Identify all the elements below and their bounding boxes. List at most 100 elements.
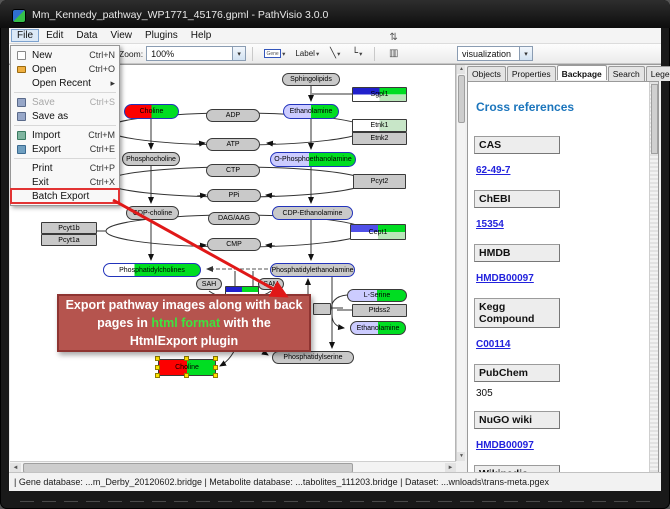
selection-handle[interactable] [184,373,189,378]
xref-link[interactable]: 62-49-7 [476,165,510,176]
selection-handle[interactable] [155,356,160,361]
line-tool-button[interactable]: ╲ ▾ [326,46,344,62]
zoom-value: 100% [147,49,232,59]
menu-item-label: Open [32,64,83,75]
node-sah[interactable]: SAH [196,278,222,290]
node-pcyt1b[interactable]: Pcyt1b [41,222,97,234]
zoom-combobox[interactable]: 100% ▾ [146,46,246,61]
save-icon [14,97,28,107]
sidebar-scroll-thumb[interactable] [651,84,658,154]
menu-shortcut: Ctrl+P [90,163,115,173]
cross-references-heading: Cross references [476,100,644,114]
menu-item-save-as[interactable]: Save as [11,109,119,123]
node-etnk1[interactable]: Etnk1 [352,119,407,132]
menu-view[interactable]: View [104,29,138,42]
gene-tool-button[interactable]: Gene ▾ [261,46,288,62]
menu-shortcut: Ctrl+E [90,144,115,154]
node-adp[interactable]: ADP [206,109,260,122]
stack-vertical-icon[interactable]: ▥ [385,46,402,62]
node-cdp-choline[interactable]: CDP-choline [126,206,179,220]
node-ptdss2[interactable]: Ptdss2 [352,304,407,317]
node-o-phosphoethanolamine[interactable]: O-Phosphoethanolamine [270,152,356,167]
selection-handle[interactable] [213,373,218,378]
menu-item-export[interactable]: ExportCtrl+E [11,142,119,156]
menu-shortcut: Ctrl+O [89,64,115,74]
visualization-combobox[interactable]: visualization ▾ [457,46,533,61]
node-label: Etnk2 [371,135,389,142]
xref-value: 305 [476,388,644,399]
export-icon [14,144,28,154]
chevron-down-icon[interactable]: ▾ [519,47,532,60]
node-label: Pcyt1b [58,225,79,232]
node-sgpl1[interactable]: Sgpl1 [352,87,407,102]
menu-edit[interactable]: Edit [40,29,69,42]
menu-separator [14,92,116,93]
menu-item-label: Open Recent [32,78,104,89]
tab-legend[interactable]: Legend [646,66,670,81]
selection-handle[interactable] [213,365,218,370]
import-icon [14,130,28,140]
menu-item-import[interactable]: ImportCtrl+M [11,128,119,142]
node-atp[interactable]: ATP [206,138,260,151]
node-cdp-ethanolamine[interactable]: CDP-Ethanolamine [272,206,353,220]
xref-link[interactable]: HMDB00097 [476,440,534,451]
node-ppi[interactable]: PPi [207,189,261,202]
node-sam[interactable]: SAM [258,278,284,290]
callout-highlight: html format [151,316,220,330]
node-choline-top[interactable]: Choline [124,104,179,119]
node-l-serine[interactable]: L-Serine [347,289,407,302]
menu-plugins[interactable]: Plugins [139,29,184,42]
chevron-down-icon[interactable]: ▾ [232,47,245,60]
selection-handle[interactable] [184,356,189,361]
xref-link[interactable]: HMDB00097 [476,273,534,284]
node-phosphatidylcholines[interactable]: Phosphatidylcholines [103,263,201,277]
node-pcyt2[interactable]: Pcyt2 [353,174,406,189]
node-ethanolamine-bottom[interactable]: Ethanolamine [350,321,406,335]
gene-node-icon: Gene [264,49,281,58]
node-label: ATP [226,141,239,148]
node-cept1[interactable]: Cept1 [350,224,406,240]
menu-item-new[interactable]: NewCtrl+N [11,48,119,62]
node-label: Ethanolamine [357,325,400,332]
menu-data[interactable]: Data [70,29,103,42]
selection-handle[interactable] [155,373,160,378]
canvas-vertical-scrollbar[interactable]: ▲ ▼ [456,65,465,461]
label-tool-button[interactable]: Label ▾ [292,46,322,62]
node-pisd-partial[interactable] [313,303,331,315]
connector-tool-button[interactable]: └ ▾ [348,46,366,62]
menu-item-print[interactable]: PrintCtrl+P [11,161,119,175]
sidebar-tabs: ObjectsPropertiesBackpageSearchLegend [467,66,659,81]
menu-item-open-recent[interactable]: Open Recent ▸ [11,76,119,90]
xref-db-name: CAS [474,136,560,154]
tab-objects[interactable]: Objects [467,66,506,81]
node-sphingolipids[interactable]: Sphingolipids [282,73,340,86]
node-ctp[interactable]: CTP [206,164,260,177]
menu-help[interactable]: Help [185,29,218,42]
menu-item-save[interactable]: SaveCtrl+S [11,95,119,109]
node-pcyt1a[interactable]: Pcyt1a [41,234,97,246]
node-etnk2[interactable]: Etnk2 [352,132,407,145]
selection-handle[interactable] [155,365,160,370]
selection-handle[interactable] [213,356,218,361]
menu-item-exit[interactable]: ExitCtrl+X [11,175,119,189]
tab-backpage[interactable]: Backpage [557,65,607,80]
node-cmp[interactable]: CMP [207,238,261,251]
menu-item-batch-export[interactable]: Batch Export [11,189,119,203]
tab-properties[interactable]: Properties [507,66,556,81]
align-center-icon[interactable]: ⇅ [385,30,402,46]
xref-link[interactable]: 15354 [476,219,504,230]
sidebar-scrollbar[interactable] [649,82,658,472]
node-phosphatidylethanolamine[interactable]: Phosphatidylethanolamine [270,263,355,277]
menu-file[interactable]: File [11,29,39,42]
node-phosphocholine[interactable]: Phosphocholine [122,152,180,166]
node-label: Phosphatidylethanolamine [271,267,353,274]
submenu-arrow-icon: ▸ [110,78,115,89]
menu-item-open[interactable]: Open Ctrl+O [11,62,119,76]
vertical-scroll-thumb[interactable] [458,75,465,123]
title-bar[interactable]: Mm_Kennedy_pathway_WP1771_45176.gpml - P… [0,0,670,28]
tab-search[interactable]: Search [608,66,645,81]
xref-link[interactable]: C00114 [476,339,510,350]
node-dag-aag[interactable]: DAG/AAG [208,212,260,225]
node-phosphatidylserine[interactable]: Phosphatidylserine [272,351,354,364]
node-ethanolamine-top[interactable]: Ethanolamine [283,104,339,119]
